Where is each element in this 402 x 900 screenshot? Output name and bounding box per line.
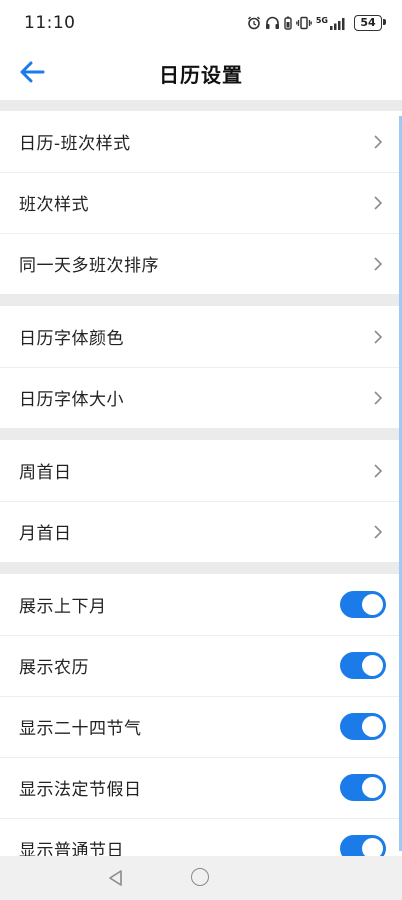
alarm-icon	[247, 16, 261, 30]
status-icons: 5G 54	[247, 15, 386, 31]
chevron-right-icon	[373, 463, 385, 479]
nav-back-triangle-icon[interactable]	[106, 868, 126, 888]
setting-label: 日历字体大小	[19, 390, 124, 410]
system-nav-bar	[0, 856, 402, 900]
settings-list[interactable]: 日历-班次样式 班次样式 同一天多班次排序 日历字体颜色 日历字体大小 周首日 …	[0, 100, 402, 856]
setting-label: 显示普通节日	[19, 841, 124, 856]
setting-label: 月首日	[19, 524, 72, 544]
chevron-right-icon	[373, 390, 385, 406]
setting-label: 周首日	[19, 463, 72, 483]
toggle-knob	[362, 777, 383, 798]
arrow-left-icon	[20, 61, 45, 83]
setting-label: 日历字体颜色	[19, 329, 124, 349]
back-button[interactable]	[14, 54, 50, 90]
setting-row-font-size[interactable]: 日历字体大小	[0, 367, 402, 428]
status-time: 11:10	[24, 13, 76, 33]
nav-home-circle-icon[interactable]	[191, 868, 209, 886]
battery-level: 54	[360, 16, 376, 29]
chevron-right-icon	[373, 329, 385, 345]
setting-label: 显示二十四节气	[19, 719, 142, 739]
toggle-knob	[362, 594, 383, 615]
toggle-knob	[362, 655, 383, 676]
show-legal-holidays-toggle[interactable]	[340, 774, 386, 801]
network-type: 5G	[315, 16, 328, 25]
setting-label: 班次样式	[19, 195, 89, 215]
show-solar-terms-toggle[interactable]	[340, 713, 386, 740]
toggle-knob	[362, 716, 383, 737]
setting-label: 同一天多班次排序	[19, 256, 159, 276]
setting-label: 展示农历	[19, 658, 89, 678]
chevron-right-icon	[373, 524, 385, 540]
setting-row-month-first-day[interactable]: 月首日	[0, 501, 402, 562]
chevron-right-icon	[373, 134, 385, 150]
vibrate-icon	[296, 16, 312, 30]
toggle-knob	[362, 838, 383, 856]
section-first-day: 周首日 月首日	[0, 440, 402, 562]
show-lunar-toggle[interactable]	[340, 652, 386, 679]
section-font: 日历字体颜色 日历字体大小	[0, 306, 402, 428]
setting-row-calendar-shift-style[interactable]: 日历-班次样式	[0, 111, 402, 172]
header: 日历设置	[0, 46, 402, 100]
setting-row-font-color[interactable]: 日历字体颜色	[0, 306, 402, 367]
battery-icon: 54	[354, 15, 386, 31]
setting-row-multi-shift-order[interactable]: 同一天多班次排序	[0, 233, 402, 294]
setting-label: 显示法定节假日	[19, 780, 142, 800]
chevron-right-icon	[373, 256, 385, 272]
section-display-toggles: 展示上下月 展示农历 显示二十四节气 显示法定节假日 显示普通节日	[0, 574, 402, 856]
setting-row-show-legal-holidays: 显示法定节假日	[0, 757, 402, 818]
setting-row-shift-style[interactable]: 班次样式	[0, 172, 402, 233]
show-common-festivals-toggle[interactable]	[340, 835, 386, 856]
show-adjacent-months-toggle[interactable]	[340, 591, 386, 618]
setting-label: 日历-班次样式	[19, 134, 131, 154]
page-title: 日历设置	[159, 62, 243, 87]
setting-row-week-first-day[interactable]: 周首日	[0, 440, 402, 501]
headphones-icon	[265, 16, 280, 30]
headset-battery-icon	[284, 16, 292, 30]
signal-icon	[330, 17, 346, 30]
setting-row-show-common-festivals: 显示普通节日	[0, 818, 402, 856]
setting-label: 展示上下月	[19, 597, 107, 617]
chevron-right-icon	[373, 195, 385, 211]
section-shift-style: 日历-班次样式 班次样式 同一天多班次排序	[0, 111, 402, 294]
setting-row-show-solar-terms: 显示二十四节气	[0, 696, 402, 757]
status-bar: 11:10 5G 54	[0, 0, 402, 46]
setting-row-show-adjacent-months: 展示上下月	[0, 574, 402, 635]
setting-row-show-lunar: 展示农历	[0, 635, 402, 696]
